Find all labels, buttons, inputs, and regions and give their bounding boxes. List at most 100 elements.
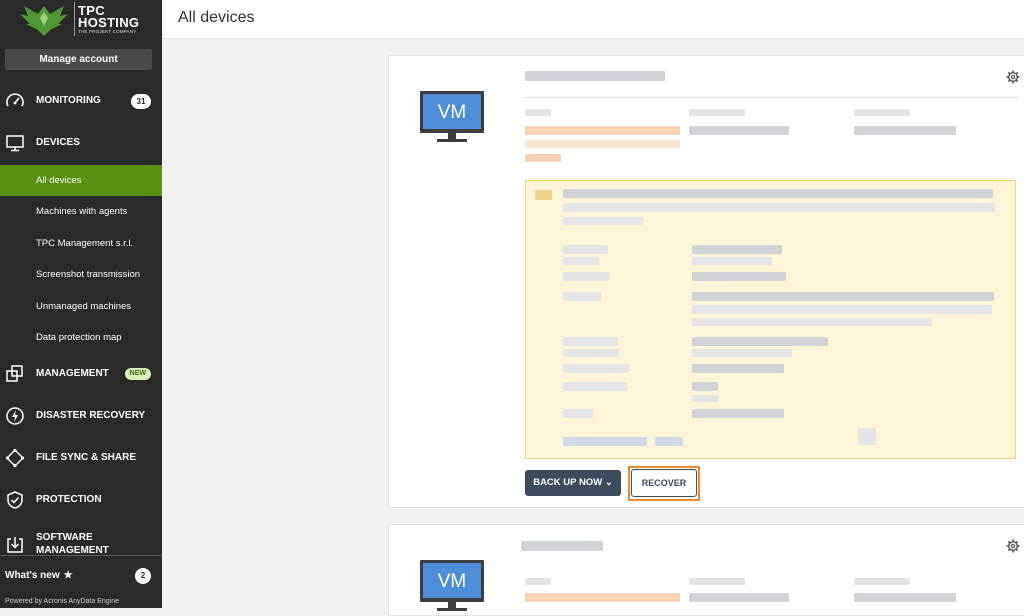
new-badge: NEW: [124, 368, 151, 380]
nav-devices-label: DEVICES: [36, 137, 80, 148]
redacted-label: [563, 245, 608, 254]
redacted-notice-text: [563, 217, 643, 225]
device-card[interactable]: VM: [388, 524, 1024, 616]
redacted-value: [692, 245, 782, 254]
sidebar: TPC HOSTING THE PROJEKT COMPANY Manage a…: [0, 0, 162, 608]
redacted-label: [563, 364, 629, 373]
whats-new-count: 2: [135, 568, 151, 584]
redacted-value: [692, 395, 718, 402]
nav-software-management-label: SOFTWARE MANAGEMENT: [36, 532, 109, 556]
speedometer-icon: [6, 93, 24, 107]
header: All devices: [162, 0, 1024, 39]
monitoring-alert-count: 31: [131, 94, 151, 109]
sidebar-item-label: Machines with agents: [36, 206, 128, 217]
redacted-field-label: [854, 109, 910, 116]
redacted-device-name: [521, 541, 603, 551]
redacted-field-label: [689, 109, 745, 116]
info-notice: [525, 180, 1016, 459]
redacted-field-value: [525, 593, 680, 602]
nav-disaster-recovery[interactable]: DISASTER RECOVERY: [0, 396, 162, 436]
sidebar-item-label: Unmanaged machines: [36, 301, 132, 312]
chevron-down-icon: ⌄: [604, 477, 613, 488]
recover-button[interactable]: RECOVER: [631, 469, 697, 497]
sidebar-item-all-devices[interactable]: All devices: [0, 165, 162, 196]
sidebar-item-machines-with-agents[interactable]: Machines with agents: [0, 196, 162, 227]
redacted-value: [692, 364, 784, 373]
sidebar-item-data-protection-map[interactable]: Data protection map: [0, 322, 162, 353]
redacted-label: [563, 292, 601, 301]
redacted-field-value: [689, 126, 789, 135]
powered-by-text: Powered by Acronis AnyData Engine: [5, 598, 120, 605]
redacted-value: [692, 349, 792, 357]
redacted-label: [563, 409, 593, 418]
redacted-link[interactable]: [563, 437, 647, 446]
gear-icon[interactable]: [1006, 539, 1020, 553]
whats-new-link[interactable]: What's new ★: [5, 570, 73, 581]
brand-tagline: THE PROJEKT COMPANY: [78, 29, 137, 34]
star-icon: ★: [63, 570, 73, 581]
redacted-label: [563, 382, 627, 391]
redacted-field-value: [854, 593, 956, 602]
manage-account-button[interactable]: Manage account: [5, 49, 152, 70]
wings-logo-icon: [20, 6, 68, 36]
redacted-field-label: [525, 109, 551, 116]
sidebar-item-label: Data protection map: [36, 332, 122, 343]
redacted-value: [692, 318, 932, 326]
brand-separator: [74, 2, 75, 36]
redacted-value: [692, 409, 784, 418]
vm-label: VM: [438, 571, 467, 592]
device-card[interactable]: VM: [388, 55, 1024, 508]
nav-protection[interactable]: PROTECTION: [0, 480, 162, 520]
redacted-label: [563, 337, 618, 346]
nav-protection-label: PROTECTION: [36, 494, 102, 505]
sidebar-item-label: TPC Management s.r.l.: [36, 238, 134, 249]
redacted-field-label: [854, 578, 910, 585]
nav-monitoring[interactable]: MONITORING 31: [0, 81, 162, 121]
nav-file-sync-share-label: FILE SYNC & SHARE: [36, 452, 137, 463]
redacted-value: [692, 292, 994, 301]
redacted-device-name: [525, 71, 665, 81]
gear-icon[interactable]: [1006, 70, 1020, 84]
redacted-field-label: [689, 578, 745, 585]
vm-monitor-icon: VM: [420, 560, 484, 611]
nav-monitoring-label: MONITORING: [36, 95, 101, 106]
nav-file-sync-share[interactable]: FILE SYNC & SHARE: [0, 438, 162, 478]
shield-check-icon: [7, 491, 23, 509]
redacted-notice-icon: [535, 190, 552, 200]
redacted-field-value: [525, 154, 561, 162]
redacted-value: [692, 257, 772, 265]
brand-logo[interactable]: TPC HOSTING THE PROJEKT COMPANY: [0, 0, 162, 42]
redacted-field-label: [525, 578, 551, 585]
nav-management[interactable]: MANAGEMENT NEW: [0, 354, 162, 394]
redacted-value: [692, 272, 786, 281]
page-title: All devices: [178, 9, 255, 26]
redacted-notice-text: [563, 203, 995, 212]
redacted-label: [563, 349, 619, 357]
sidebar-footer: What's new ★ 2 Powered by Acronis AnyData…: [0, 555, 162, 608]
redacted-mark: [858, 428, 876, 445]
share-nodes-icon: [5, 448, 25, 468]
download-box-icon: [7, 537, 23, 553]
sidebar-item-screenshot-transmission[interactable]: Screenshot transmission: [0, 259, 162, 290]
redacted-label: [563, 257, 599, 265]
redacted-value: [692, 305, 992, 314]
redacted-label: [563, 272, 609, 281]
sidebar-item-label: Screenshot transmission: [36, 269, 141, 280]
redacted-link[interactable]: [655, 437, 683, 446]
redacted-field-value: [854, 126, 956, 135]
vm-monitor-icon: VM: [420, 91, 484, 142]
redacted-field-value: [525, 140, 680, 148]
brand-name-line2: HOSTING: [78, 15, 140, 30]
monitor-icon: [6, 135, 24, 152]
redacted-field-value: [689, 593, 789, 602]
nav-devices[interactable]: DEVICES: [0, 123, 162, 163]
sidebar-item-tpc-management[interactable]: TPC Management s.r.l.: [0, 228, 162, 259]
lightning-icon: [6, 407, 24, 425]
sidebar-item-unmanaged-machines[interactable]: Unmanaged machines: [0, 291, 162, 322]
nav-management-label: MANAGEMENT: [36, 368, 109, 379]
divider: [523, 97, 1019, 98]
redacted-field-value: [525, 126, 680, 135]
back-up-now-button[interactable]: BACK UP NOW ⌄: [525, 470, 621, 496]
nav-disaster-recovery-label: DISASTER RECOVERY: [36, 410, 146, 421]
copy-stack-icon: [6, 365, 23, 382]
